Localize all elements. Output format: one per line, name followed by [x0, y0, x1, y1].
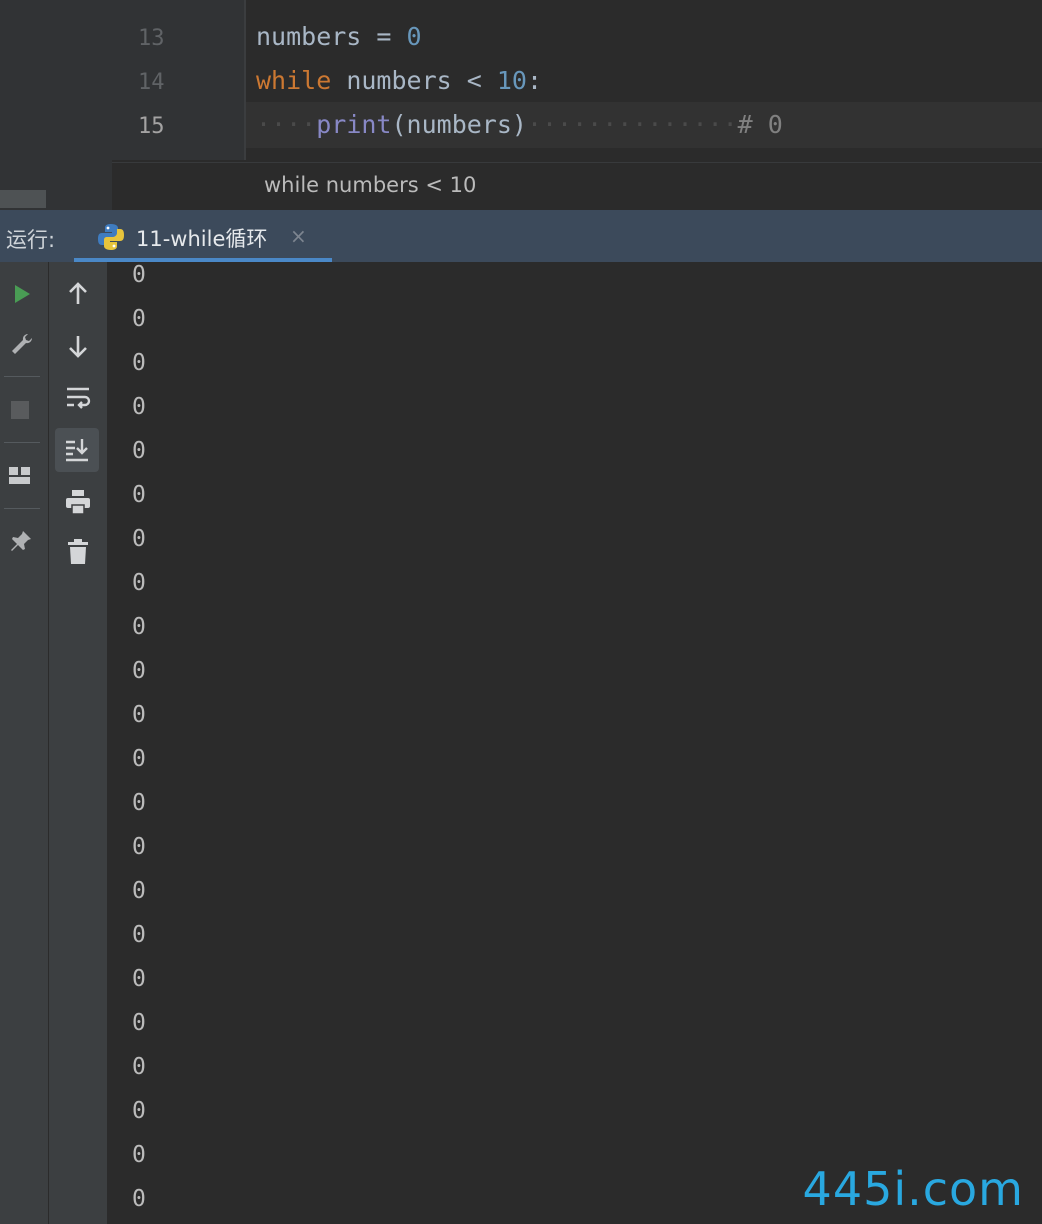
console-line: 0: [132, 570, 146, 596]
console-toolbar: [49, 262, 107, 1224]
code-token-args: (numbers): [391, 110, 527, 139]
code-line-13[interactable]: numbers = 0: [256, 22, 422, 51]
arrow-down-icon: [69, 336, 87, 358]
print-icon: [66, 490, 90, 515]
code-token-operator: <: [466, 66, 497, 95]
stop-button[interactable]: [0, 390, 40, 430]
run-icon: [15, 285, 30, 303]
code-editor[interactable]: 13 14 15 numbers = 0 while numbers < 10:…: [0, 0, 1042, 210]
console-line: 0: [132, 966, 146, 992]
down-stack-trace-button[interactable]: [58, 326, 98, 366]
line-number-current: 15: [138, 114, 165, 139]
breadcrumb[interactable]: while numbers < 10: [112, 162, 1042, 209]
console-line: 0: [132, 482, 146, 508]
project-panel-edge: [0, 0, 112, 210]
run-tool-window-header: 运行: 11-while循环 ×: [0, 210, 1042, 262]
console-line: 0: [132, 1098, 146, 1124]
console-line: 0: [132, 790, 146, 816]
line-number-gutter: [112, 0, 244, 160]
inline-hint-dots: ··············: [526, 110, 738, 139]
trash-icon: [68, 539, 88, 564]
pin-icon: [11, 531, 31, 551]
code-token-variable: numbers: [331, 66, 467, 95]
console-line: 0: [132, 614, 146, 640]
horizontal-scrollbar[interactable]: [0, 190, 46, 208]
rerun-button[interactable]: [2, 274, 42, 314]
toolbar-divider: [4, 376, 40, 377]
toolbar-divider: [4, 508, 40, 509]
console-line: 0: [132, 526, 146, 552]
console-output[interactable]: 0 0 0 0 0 0 0 0 0 0 0 0 0 0 0 0 0 0 0 0 0 0: [107, 262, 1042, 1224]
run-label: 运行:: [6, 228, 56, 252]
line-number: 14: [138, 70, 165, 95]
console-line: 0: [132, 1142, 146, 1168]
console-line: 0: [132, 834, 146, 860]
code-token-punct: :: [526, 66, 543, 95]
line-number: 13: [138, 26, 165, 51]
console-line: 0: [132, 1186, 146, 1212]
tab-label: 11-while循环: [136, 227, 268, 251]
code-token-keyword: while: [256, 66, 332, 95]
inline-value-hint: # 0: [737, 110, 783, 139]
console-line: 0: [132, 702, 146, 728]
close-icon[interactable]: ×: [290, 224, 307, 248]
console-line: 0: [132, 262, 146, 288]
python-icon: [98, 224, 124, 250]
console-line: 0: [132, 1010, 146, 1036]
console-line: 0: [132, 878, 146, 904]
soft-wrap-button[interactable]: [58, 378, 98, 418]
code-line-14[interactable]: while numbers < 10:: [256, 66, 542, 95]
arrow-up-icon: [69, 282, 87, 304]
console-line: 0: [132, 658, 146, 684]
print-button[interactable]: [58, 482, 98, 522]
console-line: 0: [132, 350, 146, 376]
console-line: 0: [132, 306, 146, 332]
console-line: 0: [132, 1054, 146, 1080]
scroll-to-end-icon: [66, 439, 88, 462]
code-line-15[interactable]: ····print(numbers)··············# 0: [256, 110, 783, 139]
toolbar-divider: [4, 442, 40, 443]
code-token-number: 0: [406, 22, 422, 51]
soft-wrap-icon: [67, 387, 91, 409]
up-stack-trace-button[interactable]: [58, 274, 98, 314]
console-line: 0: [132, 746, 146, 772]
watermark: 445i.com: [802, 1162, 1024, 1216]
console-line: 0: [132, 394, 146, 420]
code-token-number: 10: [496, 66, 527, 95]
breadcrumb-item[interactable]: while numbers < 10: [264, 173, 476, 197]
tab-run-configuration[interactable]: 11-while循环 ×: [74, 210, 332, 262]
scroll-to-end-button[interactable]: [55, 428, 99, 472]
run-toolbar-left: [0, 262, 49, 1224]
restore-layout-button[interactable]: [0, 456, 40, 496]
edit-configuration-button[interactable]: [2, 324, 42, 364]
layout-icon: [9, 467, 30, 484]
wrench-icon: [12, 333, 33, 354]
code-token-operator: =: [361, 22, 407, 51]
console-line: 0: [132, 438, 146, 464]
pin-tab-button[interactable]: [0, 522, 40, 562]
clear-all-button[interactable]: [58, 532, 98, 572]
code-token-builtin: print: [316, 110, 392, 139]
stop-icon: [11, 401, 29, 419]
code-token-variable: numbers: [256, 22, 362, 51]
console-line: 0: [132, 922, 146, 948]
indent-whitespace: ····: [256, 110, 317, 139]
